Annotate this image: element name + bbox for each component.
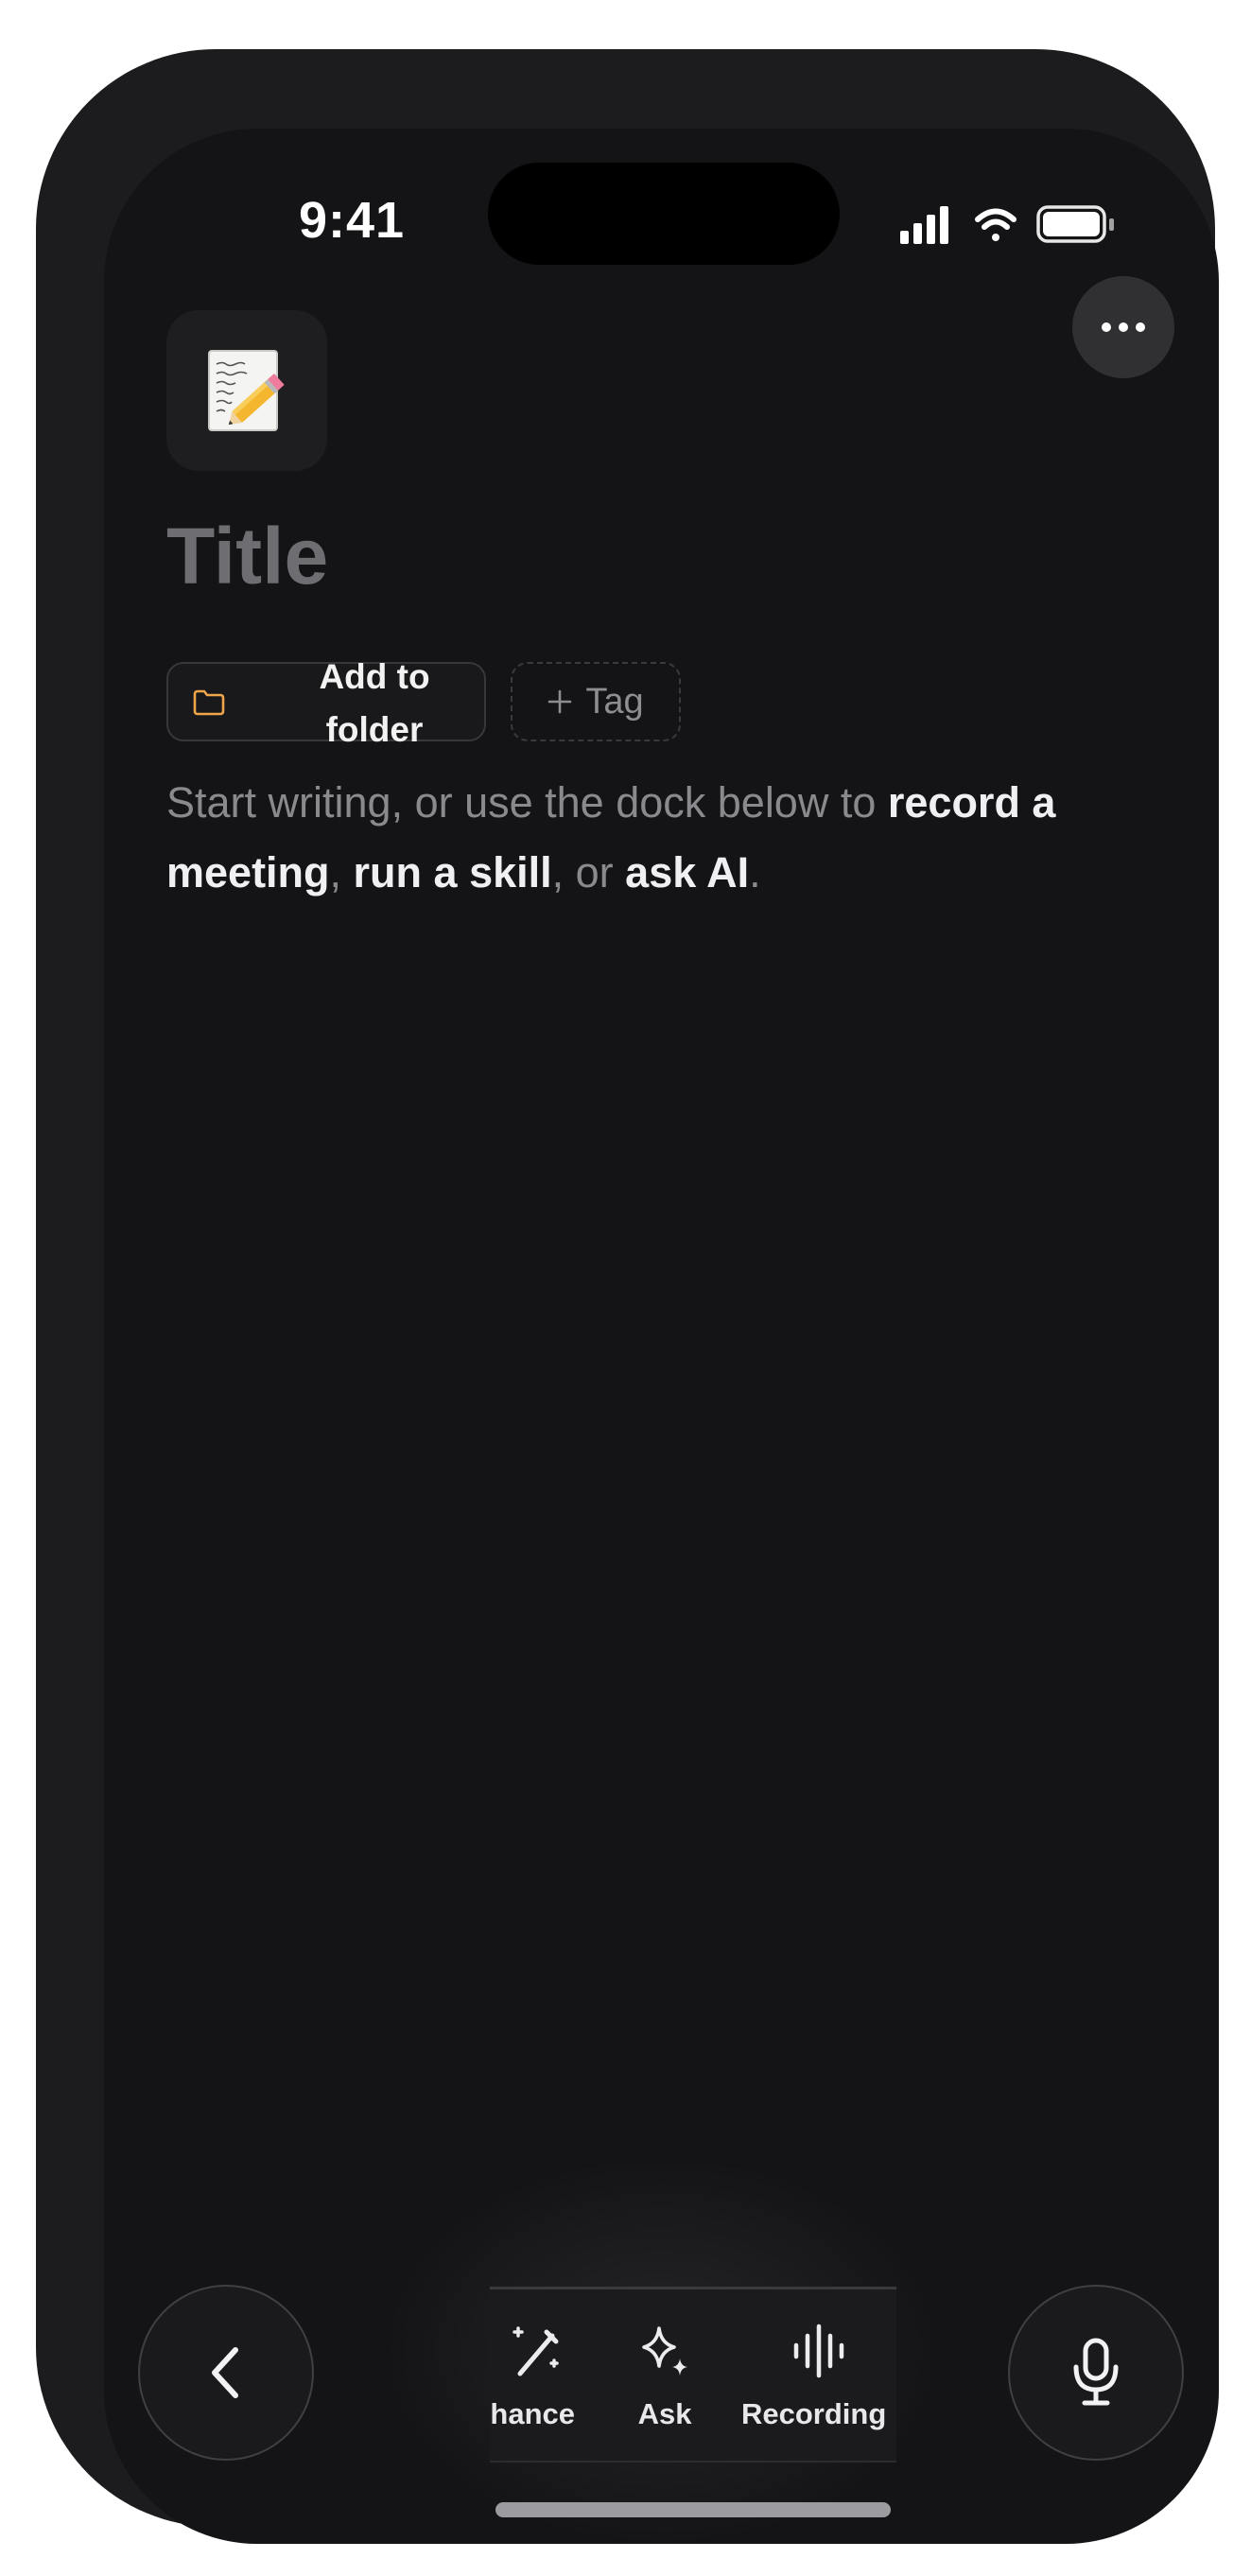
ellipsis-icon <box>1102 322 1145 332</box>
status-icons <box>900 204 1127 246</box>
add-tag-button[interactable]: Tag <box>511 662 681 741</box>
chevron-left-icon <box>212 2347 238 2398</box>
dynamic-island <box>488 163 840 265</box>
more-options-button[interactable] <box>1072 276 1174 378</box>
microphone-button[interactable] <box>1008 2285 1184 2461</box>
dock-label-recording: Recording <box>741 2397 887 2430</box>
ask-ai-link: ask AI <box>625 848 750 896</box>
plus-icon <box>548 689 572 714</box>
add-to-folder-label: Add to folder <box>319 657 430 749</box>
wifi-icon <box>975 208 1016 241</box>
dock-item-enhance[interactable]: Enhance <box>490 2289 603 2461</box>
action-dock[interactable]: Enhance Ask <box>490 2287 896 2463</box>
dock-item-ask[interactable]: Ask <box>613 2289 717 2461</box>
add-tag-label: Tag <box>585 681 644 722</box>
add-to-folder-button[interactable]: Add to folder <box>166 657 486 749</box>
back-button[interactable] <box>138 2285 314 2461</box>
phone-frame: 9:41 Title Add to folder Tag Start writi… <box>36 49 1219 2544</box>
dock-item-recording[interactable]: Recording <box>741 2289 896 2461</box>
note-icon-button[interactable] <box>166 310 327 471</box>
app-screen: 9:41 Title Add to folder Tag Start writi… <box>104 129 1219 2544</box>
home-indicator[interactable] <box>495 2502 891 2517</box>
run-skill-link: run a skill <box>353 848 552 896</box>
intro-text-1: Start writing, or use the dock below to <box>166 778 888 827</box>
magic-wand-icon <box>513 2326 559 2376</box>
note-body-placeholder[interactable]: Start writing, or use the dock below to … <box>166 768 1159 908</box>
intro-text-4: . <box>749 848 761 896</box>
memo-pencil-icon <box>208 350 285 431</box>
status-time: 9:41 <box>298 192 406 249</box>
dock-label-enhance: Enhance <box>490 2397 575 2430</box>
intro-text-2: , <box>329 848 354 896</box>
intro-text-3: , or <box>551 848 626 896</box>
microphone-icon <box>1073 2338 1119 2406</box>
cellular-signal-icon <box>900 206 948 244</box>
note-title-input[interactable]: Title <box>166 511 328 602</box>
battery-icon <box>1036 205 1114 243</box>
folder-icon <box>193 689 225 716</box>
waveform-icon <box>793 2324 844 2378</box>
dock-label-ask: Ask <box>637 2397 692 2430</box>
sparkle-icon <box>642 2326 687 2376</box>
